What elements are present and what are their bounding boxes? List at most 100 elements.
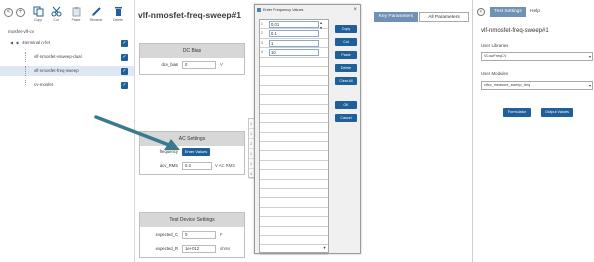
paste-label: Paste [71, 18, 81, 22]
frequency-values-list[interactable]: 1 0.01 2 0.1 3 1 4 10 ▲ ▼ ▼ [259, 19, 329, 255]
empty-cell[interactable] [269, 171, 319, 178]
copy-button[interactable]: Copy [30, 6, 46, 22]
trash-icon [114, 7, 122, 16]
close-icon[interactable]: × [353, 5, 357, 15]
expected-c-input[interactable]: 0 [182, 231, 216, 239]
empty-cell[interactable] [269, 237, 319, 244]
dialog-delete-button[interactable]: Delete [335, 64, 357, 72]
empty-cell[interactable] [269, 96, 319, 103]
empty-cell[interactable] [269, 152, 319, 159]
frequency-row[interactable] [260, 95, 328, 105]
empty-cell[interactable] [269, 68, 319, 75]
dialog-copy-button[interactable]: Copy [335, 25, 357, 33]
dcv-bias-row: dcv_bias 0 V [140, 61, 246, 69]
empty-cell[interactable] [269, 218, 319, 225]
frequency-row[interactable] [260, 198, 328, 208]
dialog-title: Enter Frequency Values [263, 8, 304, 12]
frequency-row[interactable] [260, 133, 328, 143]
empty-cell[interactable] [269, 190, 319, 197]
cut-button[interactable]: Cut [48, 6, 64, 22]
scroll-down-icon[interactable]: ▼ [322, 246, 327, 251]
frequency-value-cell[interactable]: 1 [269, 39, 319, 47]
add-button[interactable]: + [16, 8, 25, 17]
empty-cell[interactable] [269, 162, 319, 169]
empty-cell[interactable] [269, 199, 319, 206]
frequency-row[interactable] [260, 227, 328, 236]
spinner-control[interactable]: ▲ ▼ [318, 21, 324, 31]
paste-button[interactable]: Paste [68, 6, 84, 22]
checkbox-checked[interactable]: ✓ [121, 82, 128, 89]
empty-cell[interactable] [269, 181, 319, 188]
empty-cell[interactable] [269, 143, 319, 150]
empty-cell[interactable] [269, 134, 319, 141]
tree-connector [25, 80, 26, 85]
frequency-value-cell[interactable]: 0.01 [269, 21, 319, 28]
test-settings-panel: < Test Settings Help vlf-nmosfet-freq-sw… [472, 0, 594, 262]
empty-cell[interactable] [269, 124, 319, 131]
output-values-button[interactable]: Output Values [541, 108, 573, 117]
checkbox-checked[interactable]: ✓ [121, 68, 128, 75]
frequency-value-cell[interactable]: 10 [269, 49, 319, 57]
frequency-row[interactable] [260, 123, 328, 133]
dialog-ok-button[interactable]: OK [335, 101, 357, 109]
dialog-paste-button[interactable]: Paste [335, 51, 357, 59]
frequency-row[interactable] [260, 217, 328, 227]
frequency-row[interactable] [260, 161, 328, 171]
back-circle-icon[interactable]: < [477, 8, 485, 16]
row-number: 2 [261, 31, 263, 36]
frequency-row[interactable] [260, 114, 328, 124]
collapse-triangle-icon[interactable]: ◀ [10, 38, 13, 48]
frequency-row[interactable] [260, 67, 328, 77]
frequency-row[interactable] [260, 208, 328, 218]
formulator-button[interactable]: Formulator [503, 108, 531, 117]
delete-button[interactable]: Delete [110, 6, 126, 22]
checkbox-checked[interactable]: ✓ [121, 40, 128, 47]
frequency-row[interactable] [260, 189, 328, 199]
empty-cell[interactable] [269, 87, 319, 94]
dialog-cancel-button[interactable]: Cancel [335, 114, 357, 122]
tab-test-settings[interactable]: Test Settings [490, 7, 526, 17]
user-libraries-select[interactable]: VLowFreqCV ▾ [481, 52, 593, 61]
empty-cell[interactable] [269, 59, 319, 66]
tree-item-4terminal[interactable]: ◀ ◆ 4terminal n-fet ✓ [0, 38, 134, 48]
empty-cell[interactable] [269, 228, 319, 235]
checkbox-checked[interactable]: ✓ [121, 54, 128, 61]
frequency-row[interactable] [260, 58, 328, 67]
frequency-row[interactable] [260, 245, 328, 255]
add-icon: + [18, 9, 23, 15]
expected-r-input[interactable]: 1e+012 [182, 245, 216, 253]
clipboard-icon [72, 7, 80, 17]
frequency-row[interactable] [260, 86, 328, 96]
frequency-row[interactable] [260, 76, 328, 86]
empty-cell[interactable] [269, 246, 319, 253]
frequency-value-cell[interactable]: 0.1 [269, 30, 319, 38]
acv-rms-input[interactable]: 0.3 [182, 162, 212, 170]
frequency-row[interactable]: 4 10 [260, 48, 328, 58]
empty-cell[interactable] [269, 115, 319, 122]
tree-item-vsweep-dual[interactable]: vlf-nmosfet-vsweep-dual ✓ [0, 52, 134, 62]
frequency-row[interactable]: 31 [260, 39, 328, 49]
frequency-row[interactable] [260, 142, 328, 152]
frequency-row[interactable] [260, 236, 328, 246]
back-button[interactable]: < [4, 8, 13, 17]
frequency-row[interactable] [260, 151, 328, 161]
empty-cell[interactable] [269, 77, 319, 84]
tab-key-parameters[interactable]: Key Parameters [374, 12, 418, 22]
rename-button[interactable]: Rename [88, 6, 104, 22]
frequency-row[interactable] [260, 180, 328, 190]
dialog-clear-all-button[interactable]: Clear All [335, 77, 357, 85]
tab-help[interactable]: Help [530, 7, 540, 17]
tree-item-freq-sweep[interactable]: vlf-nmosfet-freq-sweep ✓ [0, 66, 134, 76]
frequency-row[interactable] [260, 170, 328, 180]
spin-down-icon[interactable]: ▼ [318, 26, 324, 31]
empty-cell[interactable] [269, 209, 319, 216]
tree-item-cv-mosfet[interactable]: cv-mosfet ✓ [0, 80, 134, 90]
frequency-row[interactable] [260, 105, 328, 114]
empty-cell[interactable] [269, 106, 319, 113]
tab-all-parameters[interactable]: All Parameters [419, 12, 469, 22]
user-modules-select[interactable]: vlfcv_measure_sweep_freq ▾ [481, 81, 593, 90]
dcv-bias-input[interactable]: 0 [182, 61, 216, 69]
dialog-cut-button[interactable]: Cut [335, 38, 357, 46]
tree-root-label: mosfet-vlf-cv [8, 29, 35, 34]
enter-values-button[interactable]: Enter Values [182, 148, 210, 156]
